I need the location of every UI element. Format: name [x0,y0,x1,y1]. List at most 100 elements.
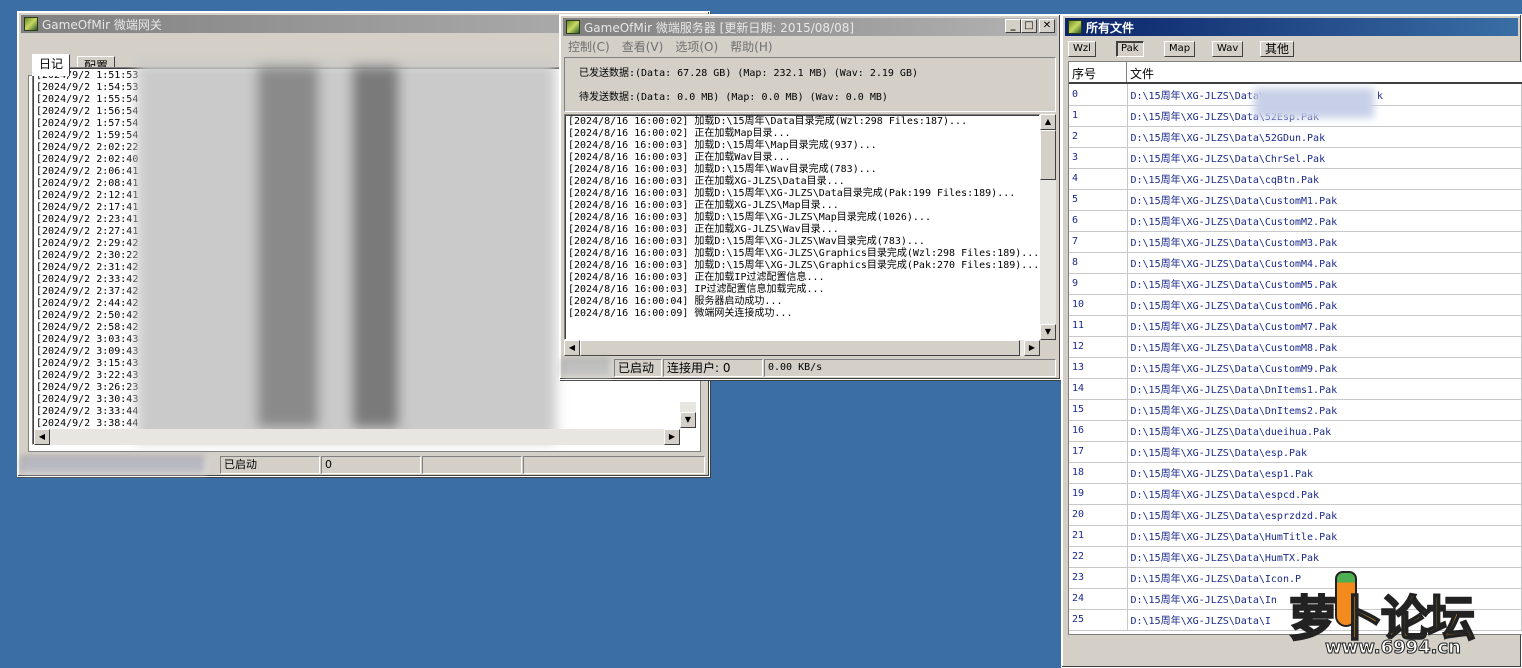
row-index: 3 [1069,147,1128,169]
server-hscroll[interactable]: ◀ ▶ [564,340,1040,356]
row-index: 16 [1069,420,1128,442]
row-index: 9 [1069,273,1128,295]
row-file-path-suffix: k [1376,90,1383,102]
tab-log[interactable]: 日记 [32,54,71,76]
files-titlebar[interactable]: 所有文件 [1065,18,1518,36]
table-row[interactable]: 13 D:\15周年\XG-JLZS\Data\CustomM9.Pak [1069,357,1522,379]
scroll-down-arrow-icon[interactable]: ▼ [1040,324,1056,340]
files-list-container[interactable]: 序号 文件 0 D:\15周年\XG-JLZS\Data\ k 1 D:\15周年\XG… [1068,61,1522,635]
menu-help[interactable]: 帮助(H) [730,38,772,56]
log-line: [2024/8/16 16:00:03] 正在加载IP过滤配置信息... [568,272,825,283]
tab-wzl[interactable]: Wzl [1068,41,1096,57]
scroll-up-arrow-icon[interactable]: ▲ [1040,114,1056,130]
table-row[interactable]: 11 D:\15周年\XG-JLZS\Data\CustomM7.Pak [1069,315,1522,337]
log-line: [2024/8/16 16:00:04] 服务器启动成功... [568,296,783,307]
row-index: 21 [1069,525,1128,547]
menu-control[interactable]: 控制(C) [568,38,610,56]
files-header: 序号 文件 [1069,62,1522,84]
table-row[interactable]: 12 D:\15周年\XG-JLZS\Data\CustomM8.Pak [1069,336,1522,358]
table-row[interactable]: 8 D:\15周年\XG-JLZS\Data\CustomM4.Pak [1069,252,1522,274]
table-row[interactable]: 15 D:\15周年\XG-JLZS\Data\DnItems2.Pak [1069,399,1522,421]
row-file-path: D:\15周年\XG-JLZS\Data\CustomM8.Pak [1127,336,1522,358]
table-row[interactable]: 2 D:\15周年\XG-JLZS\Data\52GDun.Pak [1069,126,1522,148]
gateway-status-blurred [21,456,206,474]
files-table: 0 D:\15周年\XG-JLZS\Data\ k 1 D:\15周年\XG-JLZS\… [1069,84,1522,631]
server-log-area[interactable]: [2024/8/16 16:00:02] 加载D:\15周年\Data目录完成(… [564,114,1040,340]
row-index: 13 [1069,357,1128,379]
row-file-path: D:\15周年\XG-JLZS\Data\DnItems1.Pak [1127,378,1522,400]
table-row[interactable]: 6 D:\15周年\XG-JLZS\Data\CustomM2.Pak [1069,210,1522,232]
log-line: [2024/8/16 16:00:03] 加载D:\15周年\XG-JLZS\G… [568,260,1040,271]
row-file-path-text: D:\15周年\XG-JLZS\Data\CustomM7.Pak [1130,322,1338,333]
log-line: [2024/8/16 16:00:03] 加载D:\15周年\XG-JLZS\D… [568,188,1016,199]
scroll-left-arrow-icon[interactable]: ◀ [34,429,50,445]
server-titlebar[interactable]: GameOfMir 微端服务器 [更新日期: 2015/08/08] _ □ ✕ [563,18,1057,36]
server-status-state-text: 已启动 [618,361,655,375]
column-header-index[interactable]: 序号 [1069,62,1127,82]
table-row[interactable]: 9 D:\15周年\XG-JLZS\Data\CustomM5.Pak [1069,273,1522,295]
table-row[interactable]: 7 D:\15周年\XG-JLZS\Data\CustomM3.Pak [1069,231,1522,253]
scroll-left-arrow-icon[interactable]: ◀ [564,340,580,356]
scroll-thumb[interactable] [1040,130,1056,180]
row-file-path-text: D:\15周年\XG-JLZS\Data\DnItems2.Pak [1130,406,1338,417]
row-index: 15 [1069,399,1128,421]
censor-blur [136,62,556,442]
row-index: 8 [1069,252,1128,274]
gateway-vscroll[interactable]: ▼ [680,402,696,428]
watermark-url: www.6994.cn [1325,637,1462,659]
row-file-path-text: D:\15周年\XG-JLZS\Data\In [1130,595,1277,606]
row-file-path-text: D:\15周年\XG-JLZS\Data\dueihua.Pak [1130,427,1332,438]
log-line: [2024/8/16 16:00:03] 正在加载XG-JLZS\Data目录.… [568,176,845,187]
table-row[interactable]: 5 D:\15周年\XG-JLZS\Data\CustomM1.Pak [1069,189,1522,211]
row-file-path: D:\15周年\XG-JLZS\Data\dueihua.Pak [1127,420,1522,442]
log-line: [2024/8/16 16:00:03] 加载D:\15周年\XG-JLZS\M… [568,212,931,223]
censor-blur [1254,88,1374,118]
gateway-hscroll[interactable]: ◀ ▶ [34,429,680,445]
table-row[interactable]: 14 D:\15周年\XG-JLZS\Data\DnItems1.Pak [1069,378,1522,400]
table-row[interactable]: 18 D:\15周年\XG-JLZS\Data\esp1.Pak [1069,462,1522,484]
table-row[interactable]: 19 D:\15周年\XG-JLZS\Data\espcd.Pak [1069,483,1522,505]
table-row[interactable]: 22 D:\15周年\XG-JLZS\Data\HumTX.Pak [1069,546,1522,568]
scroll-down-arrow-icon[interactable]: ▼ [680,412,696,428]
row-file-path: D:\15周年\XG-JLZS\Data\esp1.Pak [1127,462,1522,484]
maximize-icon[interactable]: □ [1021,19,1037,33]
table-row[interactable]: 4 D:\15周年\XG-JLZS\Data\cqBtn.Pak [1069,168,1522,190]
row-file-path: D:\15周年\XG-JLZS\Data\DnItems2.Pak [1127,399,1522,421]
gateway-status-count: 0 [321,456,421,474]
column-header-file[interactable]: 文件 [1127,62,1522,82]
tab-wav[interactable]: Wav [1212,41,1244,57]
tab-other[interactable]: 其他 [1260,41,1295,57]
gateway-title: GameOfMir 微端网关 [42,17,162,32]
table-row[interactable]: 3 D:\15周年\XG-JLZS\Data\ChrSel.Pak [1069,147,1522,169]
table-row[interactable]: 10 D:\15周年\XG-JLZS\Data\CustomM6.Pak [1069,294,1522,316]
row-index: 20 [1069,504,1128,526]
row-file-path: D:\15周年\XG-JLZS\Data\esprzdzd.Pak [1127,504,1522,526]
table-row[interactable]: 21 D:\15周年\XG-JLZS\Data\HumTitle.Pak [1069,525,1522,547]
row-index: 11 [1069,315,1128,337]
table-row[interactable]: 16 D:\15周年\XG-JLZS\Data\dueihua.Pak [1069,420,1522,442]
pending-data-line: 待发送数据:(Data: 0.0 MB) (Map: 0.0 MB) (Wav:… [579,92,888,103]
log-line: [2024/8/16 16:00:03] 加载D:\15周年\Map目录完成(9… [568,140,877,151]
server-vscroll[interactable]: ▲ ▼ [1040,114,1056,340]
censor-blur-stripe [258,67,318,427]
close-icon[interactable]: ✕ [1039,19,1055,33]
row-file-path-text: D:\15周年\XG-JLZS\Data\ [1130,90,1265,102]
minimize-icon[interactable]: _ [1005,19,1021,33]
table-row[interactable]: 20 D:\15周年\XG-JLZS\Data\esprzdzd.Pak [1069,504,1522,526]
tab-map[interactable]: Map [1164,41,1196,57]
gateway-status-state: 已启动 [220,456,320,474]
row-file-path-text: D:\15周年\XG-JLZS\Data\DnItems1.Pak [1130,385,1338,396]
row-file-path-text: D:\15周年\XG-JLZS\Data\CustomM1.Pak [1130,196,1338,207]
scroll-right-arrow-icon[interactable]: ▶ [1024,340,1040,356]
menu-view[interactable]: 查看(V) [622,38,664,56]
menu-options[interactable]: 选项(O) [675,38,718,56]
server-status-blurred [562,359,612,377]
gateway-status-empty [523,456,705,474]
row-file-path-text: D:\15周年\XG-JLZS\Data\esprzdzd.Pak [1130,511,1338,522]
scroll-thumb[interactable] [580,340,1020,356]
scroll-right-arrow-icon[interactable]: ▶ [664,429,680,445]
app-icon [24,17,38,31]
tab-pak[interactable]: Pak [1116,41,1144,57]
table-row[interactable]: 17 D:\15周年\XG-JLZS\Data\esp.Pak [1069,441,1522,463]
row-index: 17 [1069,441,1128,463]
